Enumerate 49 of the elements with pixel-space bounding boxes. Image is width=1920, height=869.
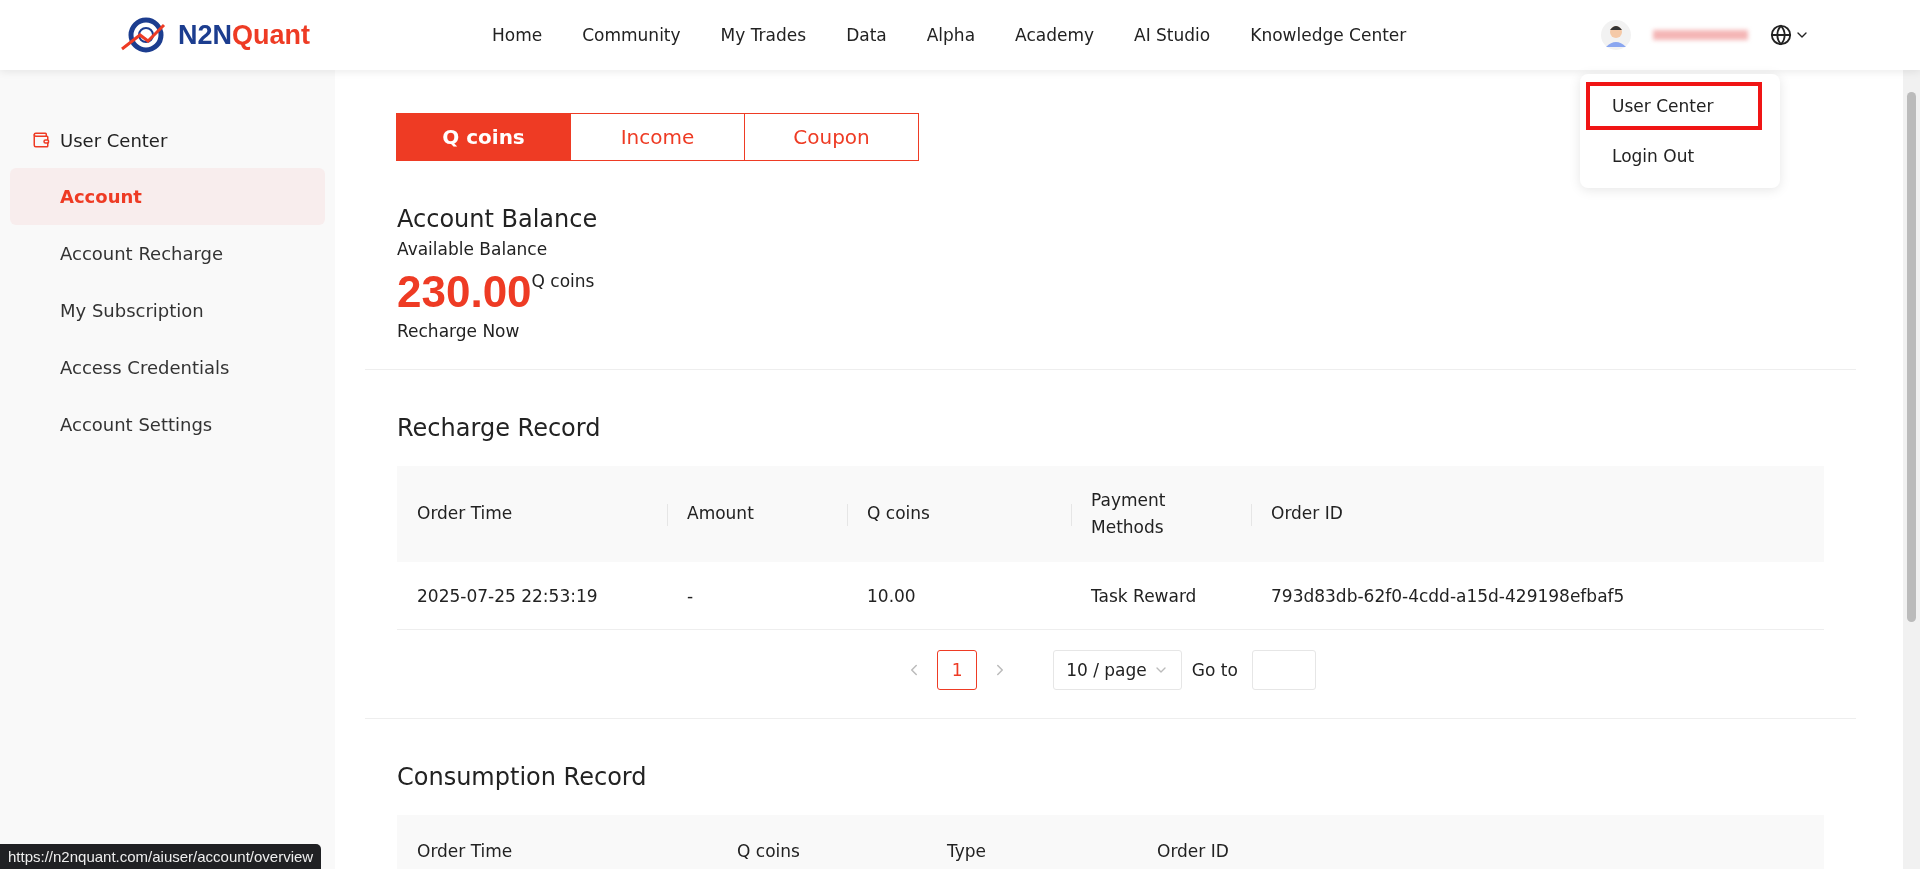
status-url: https://n2nquant.com/aiuser/account/overview: [0, 844, 322, 869]
nav-link[interactable]: Data: [846, 25, 887, 45]
sidebar-item[interactable]: Access Credentials: [10, 339, 325, 396]
sidebar-item[interactable]: Account Settings: [10, 396, 325, 453]
scrollbar-thumb[interactable]: [1907, 92, 1916, 622]
wallet-icon: [32, 131, 50, 149]
column-header: Q coins: [717, 815, 927, 869]
globe-icon: [1770, 24, 1792, 46]
recharge-link[interactable]: Recharge Now: [397, 321, 1824, 341]
table-cell: -: [667, 562, 847, 630]
page-size-select[interactable]: 10 / page: [1053, 650, 1182, 690]
menu-item[interactable]: User Center: [1586, 82, 1762, 130]
logo-text: N2NQuant: [178, 19, 310, 51]
column-header: Amount: [667, 466, 847, 562]
column-header: Order ID: [1251, 466, 1824, 562]
goto-label: Go to: [1191, 660, 1238, 680]
nav-link[interactable]: AI Studio: [1134, 25, 1211, 45]
column-header: Type: [927, 815, 1137, 869]
section-title: Recharge Record: [397, 414, 602, 442]
goto-input[interactable]: [1251, 650, 1316, 690]
sidebar-title: User Center: [60, 129, 168, 151]
nav-link[interactable]: Alpha: [926, 25, 976, 45]
nav-link[interactable]: My Trades: [720, 25, 807, 45]
column-header: Payment Methods: [1071, 466, 1251, 562]
table-cell: 2025-07-25 22:53:19: [397, 562, 667, 630]
nav-link[interactable]: Academy: [1015, 25, 1095, 45]
balance-amount: 230.00: [397, 267, 532, 317]
column-header: Order ID: [1137, 815, 1824, 869]
table-cell: 10.00: [847, 562, 1071, 630]
table-cell: Task Reward: [1071, 562, 1251, 630]
nav-link[interactable]: Home: [492, 25, 543, 45]
column-header: Order Time: [397, 466, 667, 562]
page-button[interactable]: 1: [937, 650, 978, 690]
section-title: Consumption Record: [397, 763, 648, 791]
balance-unit: Q coins: [531, 271, 595, 291]
sidebar-item[interactable]: Account Recharge: [10, 225, 325, 282]
column-header: Q coins: [847, 466, 1071, 562]
sidebar-item[interactable]: My Subscription: [10, 282, 325, 339]
table-cell: 793d83db-62f0-4cdd-a15d-429198efbaf5: [1251, 562, 1824, 630]
column-header: Order Time: [397, 815, 717, 869]
tab[interactable]: Q coins: [396, 113, 571, 161]
avatar-icon[interactable]: [1601, 20, 1631, 50]
tab[interactable]: Coupon: [744, 113, 919, 161]
tab[interactable]: Income: [570, 113, 745, 161]
nav-link[interactable]: Community: [582, 25, 681, 45]
section-title: Account Balance: [397, 205, 599, 233]
nav-link[interactable]: Knowledge Center: [1250, 25, 1407, 45]
balance-label: Available Balance: [397, 239, 549, 259]
menu-item[interactable]: Login Out: [1586, 132, 1762, 180]
